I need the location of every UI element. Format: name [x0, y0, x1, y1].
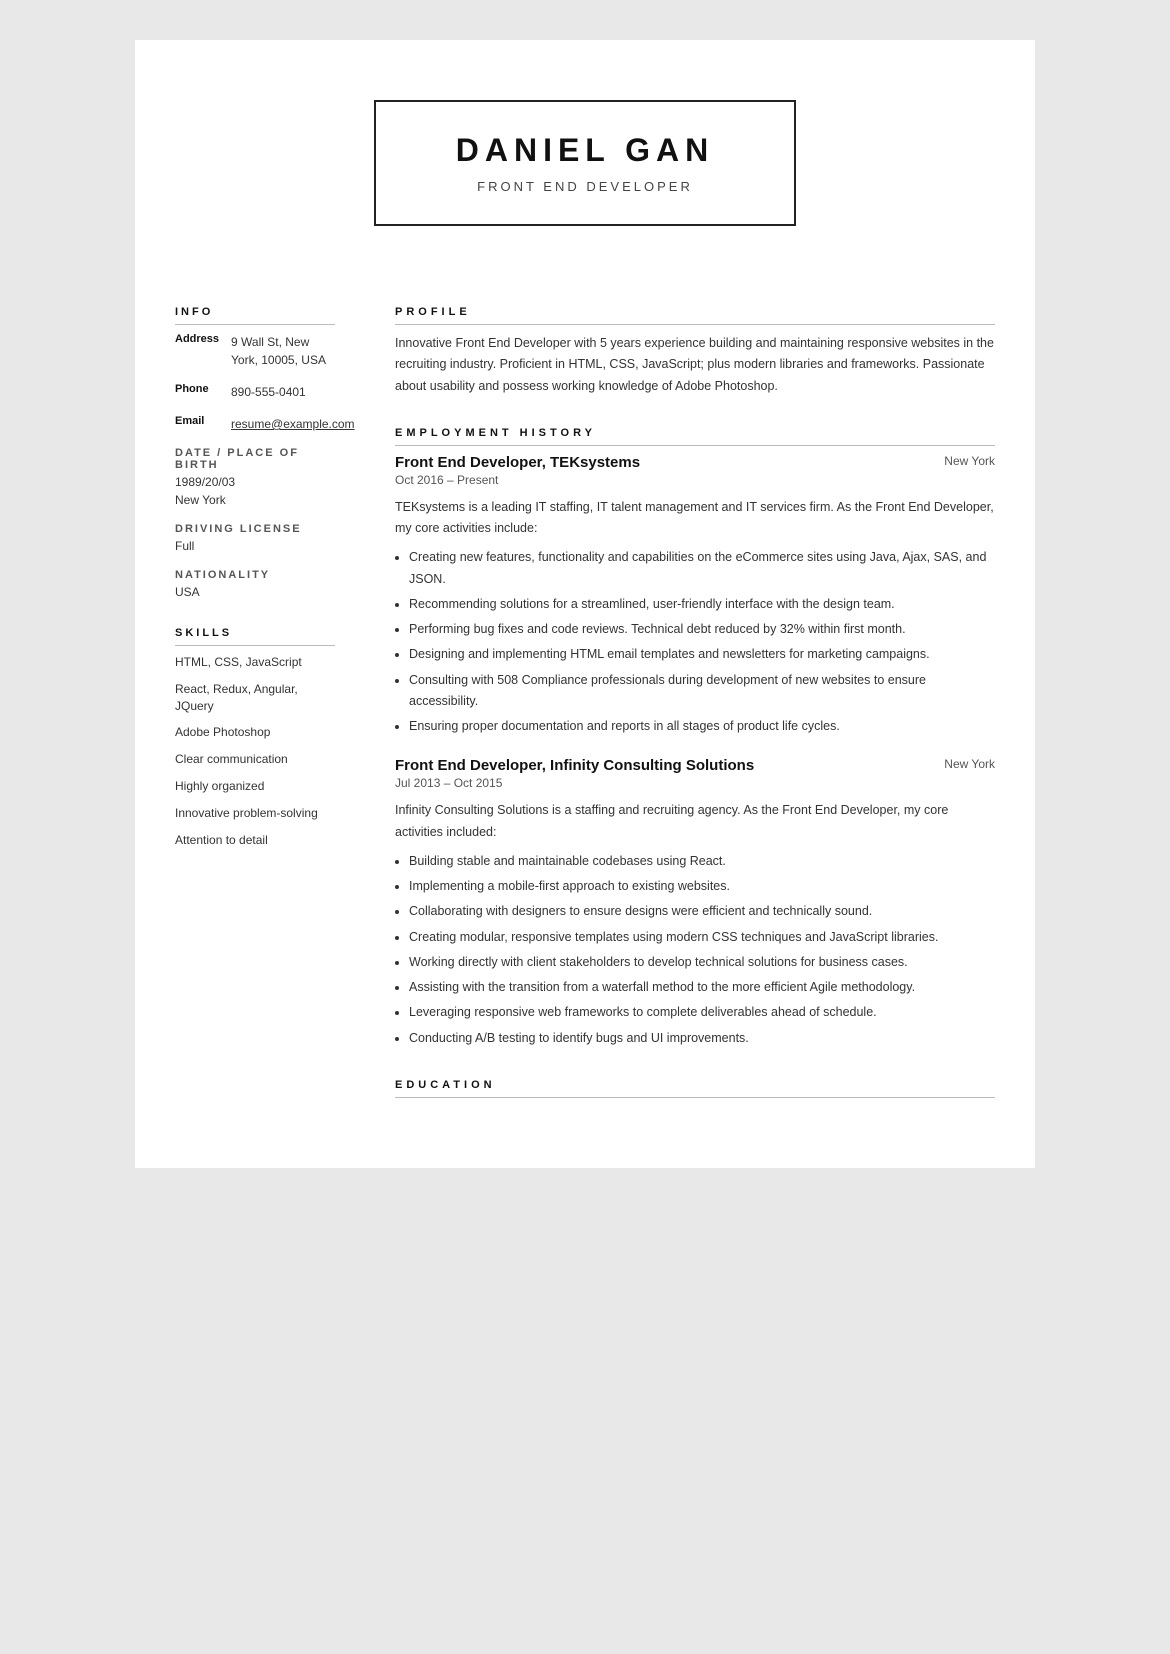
job-2-bullet-7: Leveraging responsive web frameworks to … — [409, 1002, 995, 1023]
job-2-location: New York — [944, 757, 995, 771]
phone-row: Phone 890-555-0401 — [175, 383, 335, 401]
resume-page: DANIEL GAN FRONT END DEVELOPER INFO Addr… — [135, 40, 1035, 1168]
header-box: DANIEL GAN FRONT END DEVELOPER — [374, 100, 797, 226]
sidebar: INFO Address 9 Wall St, New York, 10005,… — [135, 306, 355, 1128]
skills-title: SKILLS — [175, 627, 335, 646]
job-1-bullet-1: Creating new features, functionality and… — [409, 547, 995, 590]
dob-value: 1989/20/03 — [175, 475, 335, 489]
job-2-title: Front End Developer, Infinity Consulting… — [395, 757, 754, 774]
info-section: INFO Address 9 Wall St, New York, 10005,… — [175, 306, 335, 599]
job-2-bullets: Building stable and maintainable codebas… — [409, 851, 995, 1049]
dob-place: New York — [175, 493, 335, 507]
job-2-header: Front End Developer, Infinity Consulting… — [395, 757, 995, 774]
email-row: Email resume@example.com — [175, 415, 335, 433]
job-2-bullet-6: Assisting with the transition from a wat… — [409, 977, 995, 998]
content: PROFILE Innovative Front End Developer w… — [355, 306, 1035, 1128]
address-label: Address — [175, 333, 223, 369]
nationality-label: NATIONALITY — [175, 569, 335, 581]
skill-2: React, Redux, Angular, JQuery — [175, 681, 335, 715]
nationality-value: USA — [175, 585, 335, 599]
profile-text: Innovative Front End Developer with 5 ye… — [395, 333, 995, 397]
skill-6: Innovative problem-solving — [175, 805, 335, 822]
address-value: 9 Wall St, New York, 10005, USA — [231, 333, 335, 369]
education-title: EDUCATION — [395, 1079, 995, 1098]
address-row: Address 9 Wall St, New York, 10005, USA — [175, 333, 335, 369]
email-value: resume@example.com — [231, 415, 355, 433]
job-2-bullet-5: Working directly with client stakeholder… — [409, 952, 995, 973]
employment-section: EMPLOYMENT HISTORY Front End Developer, … — [395, 427, 995, 1049]
skill-7: Attention to detail — [175, 832, 335, 849]
job-2-bullet-4: Creating modular, responsive templates u… — [409, 927, 995, 948]
job-1-bullet-4: Designing and implementing HTML email te… — [409, 644, 995, 665]
job-1-description: TEKsystems is a leading IT staffing, IT … — [395, 497, 995, 540]
job-1-bullets: Creating new features, functionality and… — [409, 547, 995, 737]
job-1-bullet-5: Consulting with 508 Compliance professio… — [409, 670, 995, 713]
license-label: DRIVING LICENSE — [175, 523, 335, 535]
job-2-dates: Jul 2013 – Oct 2015 — [395, 776, 995, 790]
license-value: Full — [175, 539, 335, 553]
job-1-header: Front End Developer, TEKsystems New York — [395, 454, 995, 471]
education-section: EDUCATION — [395, 1079, 995, 1098]
job-2-description: Infinity Consulting Solutions is a staff… — [395, 800, 995, 843]
skill-4: Clear communication — [175, 751, 335, 768]
info-title: INFO — [175, 306, 335, 325]
job-2-bullet-3: Collaborating with designers to ensure d… — [409, 901, 995, 922]
job-1-bullet-2: Recommending solutions for a streamlined… — [409, 594, 995, 615]
job-2-bullet-1: Building stable and maintainable codebas… — [409, 851, 995, 872]
job-1-title: Front End Developer, TEKsystems — [395, 454, 640, 471]
skill-5: Highly organized — [175, 778, 335, 795]
candidate-name: DANIEL GAN — [456, 132, 715, 169]
skill-3: Adobe Photoshop — [175, 724, 335, 741]
email-label: Email — [175, 415, 223, 433]
profile-section: PROFILE Innovative Front End Developer w… — [395, 306, 995, 397]
phone-label: Phone — [175, 383, 223, 401]
job-2-bullet-8: Conducting A/B testing to identify bugs … — [409, 1028, 995, 1049]
job-1-location: New York — [944, 454, 995, 468]
job-1-bullet-3: Performing bug fixes and code reviews. T… — [409, 619, 995, 640]
skill-1: HTML, CSS, JavaScript — [175, 654, 335, 671]
phone-value: 890-555-0401 — [231, 383, 306, 401]
employment-title: EMPLOYMENT HISTORY — [395, 427, 995, 446]
skills-section: SKILLS HTML, CSS, JavaScript React, Redu… — [175, 627, 335, 848]
dob-label: DATE / PLACE OF BIRTH — [175, 447, 335, 471]
job-1-dates: Oct 2016 – Present — [395, 473, 995, 487]
job-1-bullet-6: Ensuring proper documentation and report… — [409, 716, 995, 737]
profile-title: PROFILE — [395, 306, 995, 325]
main-content: INFO Address 9 Wall St, New York, 10005,… — [135, 266, 1035, 1168]
job-2-bullet-2: Implementing a mobile-first approach to … — [409, 876, 995, 897]
header-section: DANIEL GAN FRONT END DEVELOPER — [135, 40, 1035, 266]
email-link[interactable]: resume@example.com — [231, 417, 355, 431]
candidate-title: FRONT END DEVELOPER — [456, 179, 715, 194]
